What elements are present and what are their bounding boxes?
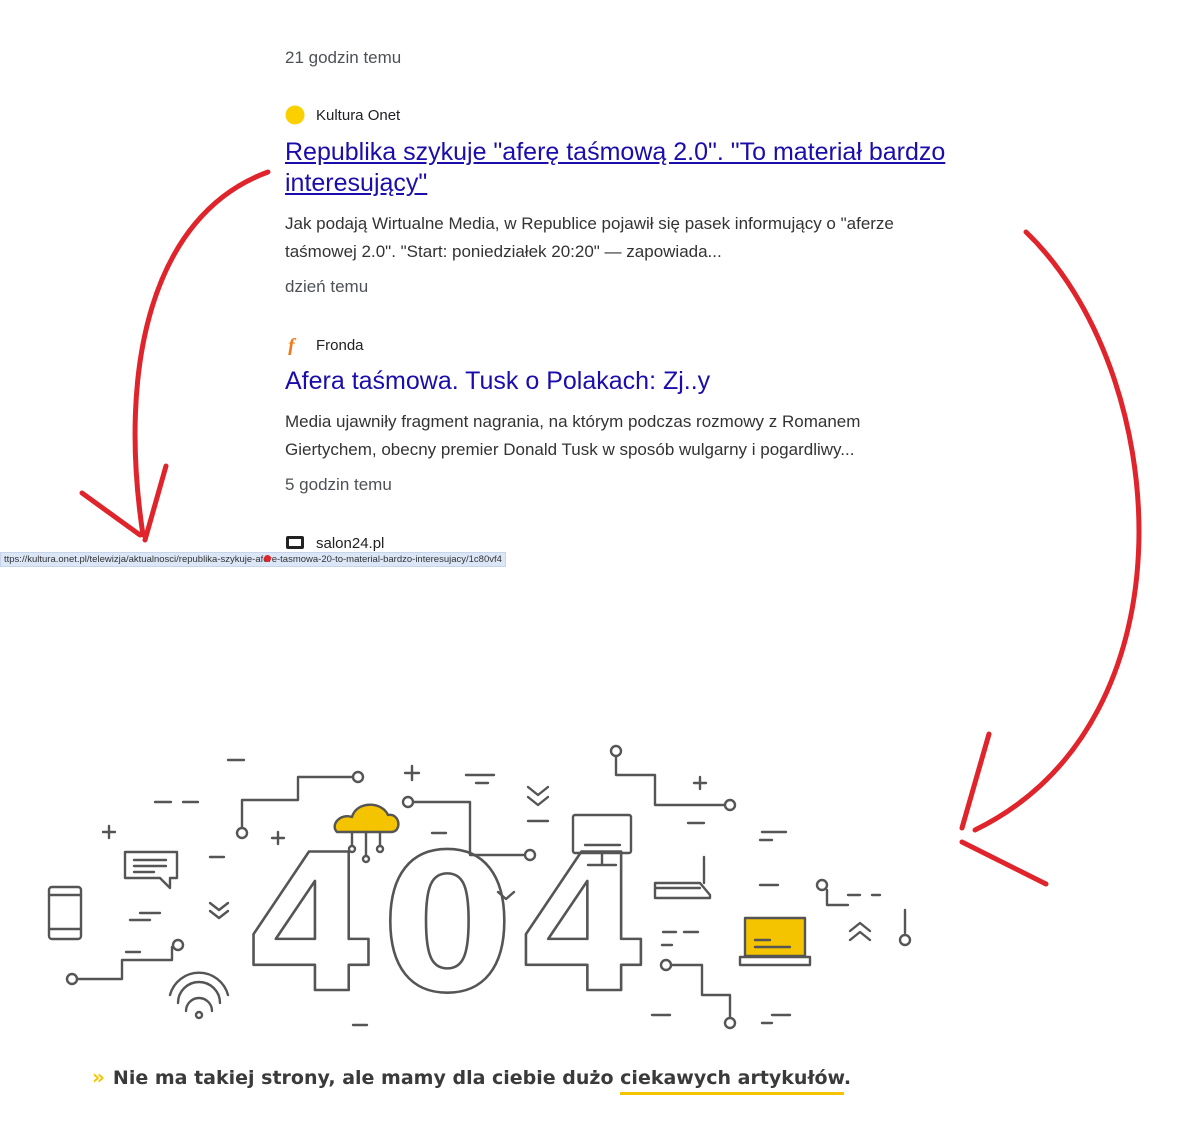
right-arrow-head	[959, 839, 1049, 887]
left-arrow-head	[142, 463, 169, 543]
error-message: » Nie ma takiej strony, ale mamy dla cieb…	[92, 1065, 852, 1095]
right-arrow-head	[959, 731, 992, 831]
error-code: 404	[245, 814, 654, 1035]
articles-link[interactable]: ciekawych artykułów	[620, 1067, 844, 1095]
left-arrow-head	[79, 490, 143, 538]
message-suffix: .	[843, 1067, 852, 1089]
chevron-right-icon: »	[92, 1065, 105, 1089]
404-illustration: 404	[47, 744, 912, 1036]
message-text: Nie ma takiej strony, ale mamy dla ciebi…	[112, 1067, 614, 1089]
right-arrow-curve	[972, 229, 1142, 833]
left-arrow-curve	[132, 169, 271, 538]
